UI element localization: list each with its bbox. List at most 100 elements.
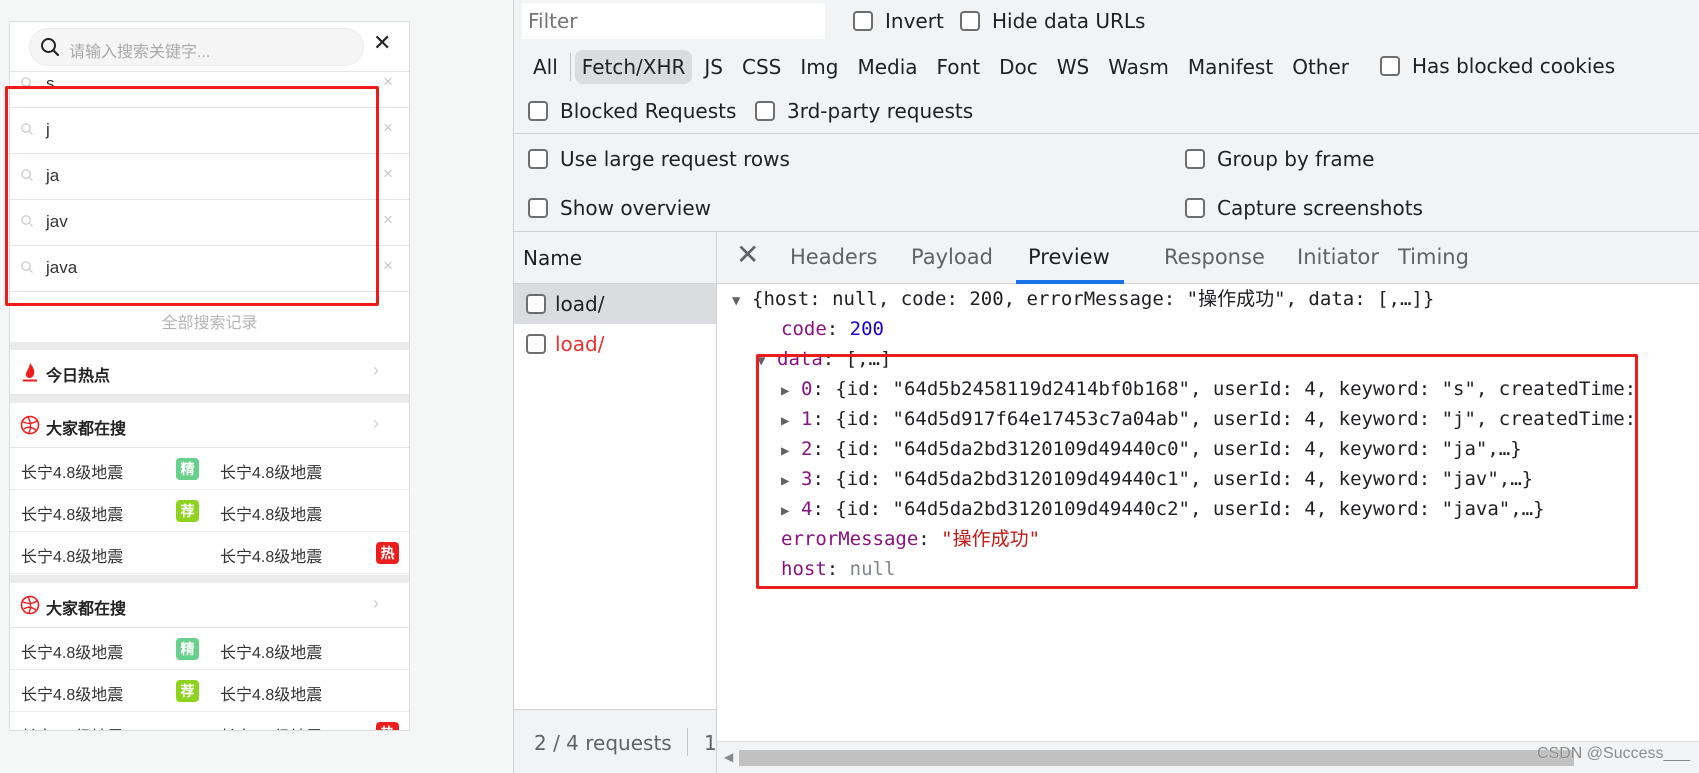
search-input[interactable]: 请输入搜索关键字...: [29, 28, 364, 66]
expand-triangle-icon[interactable]: ▶: [781, 496, 801, 526]
hot-item-left[interactable]: 长宁4.8级地震: [21, 723, 123, 730]
hot-list-item[interactable]: 长宁4.8级地震荐长宁4.8级地震: [10, 490, 409, 532]
type-filter-img[interactable]: Img: [793, 50, 845, 84]
json-root[interactable]: ▼ {host: null, code: 200, errorMessage: "…: [732, 284, 1434, 316]
tab-response[interactable]: Response: [1164, 245, 1265, 269]
hot-list-item[interactable]: 长宁4.8级地震荐长宁4.8级地震: [10, 670, 409, 712]
type-filter-font[interactable]: Font: [930, 50, 988, 84]
expand-triangle-icon[interactable]: ▶: [781, 376, 801, 406]
hot-badge: 热: [376, 722, 399, 730]
type-filter-css[interactable]: CSS: [735, 50, 788, 84]
hot-item-left[interactable]: 长宁4.8级地震: [21, 681, 123, 705]
request-name: load/: [555, 332, 605, 356]
large-request-rows-checkbox[interactable]: Use large request rows: [528, 147, 790, 171]
history-item[interactable]: jav ×: [10, 200, 409, 246]
close-search-button[interactable]: ✕: [373, 32, 391, 54]
history-item[interactable]: j ×: [10, 108, 409, 154]
expand-triangle-icon[interactable]: ▼: [732, 286, 752, 316]
has-blocked-cookies-checkbox[interactable]: Has blocked cookies: [1380, 54, 1615, 78]
delete-history-icon[interactable]: ×: [383, 118, 393, 138]
tab-timing[interactable]: Timing: [1398, 245, 1469, 269]
tab-headers[interactable]: Headers: [790, 245, 877, 269]
checkbox[interactable]: [960, 11, 980, 31]
expand-triangle-icon[interactable]: ▶: [781, 406, 801, 436]
delete-history-icon[interactable]: ×: [383, 256, 393, 276]
type-filter-ws[interactable]: WS: [1050, 50, 1096, 84]
show-overview-checkbox[interactable]: Show overview: [528, 196, 711, 220]
scroll-left-icon[interactable]: ◀: [724, 750, 733, 764]
hot-item-right[interactable]: 长宁4.8级地震: [220, 459, 322, 483]
hot-list-item[interactable]: 长宁4.8级地震 长宁4.8级地震 热: [10, 532, 409, 574]
type-filter-fetch-xhr[interactable]: Fetch/XHR: [574, 50, 693, 84]
expand-triangle-icon[interactable]: ▶: [781, 436, 801, 466]
json-array-item[interactable]: ▶ 1: {id: "64d5d917f64e17453c7a04ab", use…: [781, 404, 1648, 436]
close-detail-button[interactable]: ✕: [736, 241, 759, 269]
section-separator: [10, 575, 409, 583]
filter-input[interactable]: [522, 3, 825, 39]
group-by-frame-checkbox[interactable]: Group by frame: [1185, 147, 1374, 171]
hot-list-item[interactable]: 长宁4.8级地震精长宁4.8级地震: [10, 448, 409, 490]
expand-triangle-icon[interactable]: ▼: [757, 346, 777, 376]
expand-triangle-icon[interactable]: ▶: [781, 466, 801, 496]
json-array-item[interactable]: ▶ 3: {id: "64d5da2bd3120109d49440c1", use…: [781, 464, 1533, 496]
scrollbar-thumb[interactable]: [739, 750, 1574, 766]
checkbox[interactable]: [526, 334, 546, 354]
checkbox[interactable]: [528, 101, 548, 121]
tab-payload[interactable]: Payload: [911, 245, 993, 269]
hot-item-right[interactable]: 长宁4.8级地震: [220, 723, 322, 730]
hot-item-right[interactable]: 长宁4.8级地震: [220, 639, 322, 663]
hot-item-left[interactable]: 长宁4.8级地震: [21, 543, 123, 567]
hide-data-urls-checkbox[interactable]: Hide data URLs: [960, 9, 1145, 33]
type-filter-other[interactable]: Other: [1285, 50, 1356, 84]
name-column-header[interactable]: Name: [514, 232, 716, 284]
json-index: 3: [801, 468, 813, 490]
checkbox[interactable]: [1185, 198, 1205, 218]
json-array-item[interactable]: ▶ 2: {id: "64d5da2bd3120109d49440c0", use…: [781, 434, 1522, 466]
history-item[interactable]: s ×: [10, 62, 409, 108]
type-filter-wasm[interactable]: Wasm: [1101, 50, 1176, 84]
delete-history-icon[interactable]: ×: [383, 164, 393, 184]
section-today-hot[interactable]: 今日热点 ›: [10, 350, 409, 395]
checkbox[interactable]: [528, 149, 548, 169]
capture-screenshots-checkbox[interactable]: Capture screenshots: [1185, 196, 1423, 220]
blocked-requests-checkbox[interactable]: Blocked Requests: [528, 99, 736, 123]
tab-preview[interactable]: Preview: [1028, 245, 1110, 269]
checkbox[interactable]: [755, 101, 775, 121]
json-data[interactable]: ▼ data: [,…]: [757, 344, 891, 376]
type-filter-js[interactable]: JS: [697, 50, 730, 84]
hot-item-left[interactable]: 长宁4.8级地震: [21, 459, 123, 483]
all-history-link[interactable]: 全部搜索记录: [10, 309, 409, 333]
delete-history-icon[interactable]: ×: [383, 72, 393, 92]
history-item[interactable]: java ×: [10, 246, 409, 292]
hot-item-left[interactable]: 长宁4.8级地震: [21, 639, 123, 663]
hot-item-right[interactable]: 长宁4.8级地震: [220, 681, 322, 705]
json-array-item[interactable]: ▶ 0: {id: "64d5b2458119d2414bf0b168", use…: [781, 374, 1648, 406]
checkbox[interactable]: [853, 11, 873, 31]
json-array-item[interactable]: ▶ 4: {id: "64d5da2bd3120109d49440c2", use…: [781, 494, 1545, 526]
hot-item-right[interactable]: 长宁4.8级地震: [220, 543, 322, 567]
delete-history-icon[interactable]: ×: [383, 210, 393, 230]
divider: [514, 133, 1699, 134]
checkbox[interactable]: [526, 294, 546, 314]
type-filter-doc[interactable]: Doc: [992, 50, 1045, 84]
third-party-requests-checkbox[interactable]: 3rd-party requests: [755, 99, 973, 123]
search-placeholder: 请输入搜索关键字...: [69, 44, 211, 61]
type-filter-all[interactable]: All: [526, 50, 565, 84]
section-everyone-searching[interactable]: 大家都在搜 ›: [10, 583, 409, 628]
request-row[interactable]: load/: [514, 284, 716, 324]
tab-initiator[interactable]: Initiator: [1297, 245, 1379, 269]
checkbox[interactable]: [1380, 56, 1400, 76]
type-filter-manifest[interactable]: Manifest: [1181, 50, 1280, 84]
checkbox[interactable]: [1185, 149, 1205, 169]
section-everyone-searching[interactable]: 大家都在搜 ›: [10, 403, 409, 448]
checkbox[interactable]: [528, 198, 548, 218]
request-row[interactable]: load/: [514, 324, 716, 364]
json-index: 1: [801, 408, 813, 430]
hot-item-right[interactable]: 长宁4.8级地震: [220, 501, 322, 525]
hot-list-item[interactable]: 长宁4.8级地震 长宁4.8级地震 热: [10, 712, 409, 730]
history-item[interactable]: ja ×: [10, 154, 409, 200]
type-filter-media[interactable]: Media: [850, 50, 924, 84]
invert-checkbox[interactable]: Invert: [853, 9, 944, 33]
hot-item-left[interactable]: 长宁4.8级地震: [21, 501, 123, 525]
hot-list-item[interactable]: 长宁4.8级地震精长宁4.8级地震: [10, 628, 409, 670]
